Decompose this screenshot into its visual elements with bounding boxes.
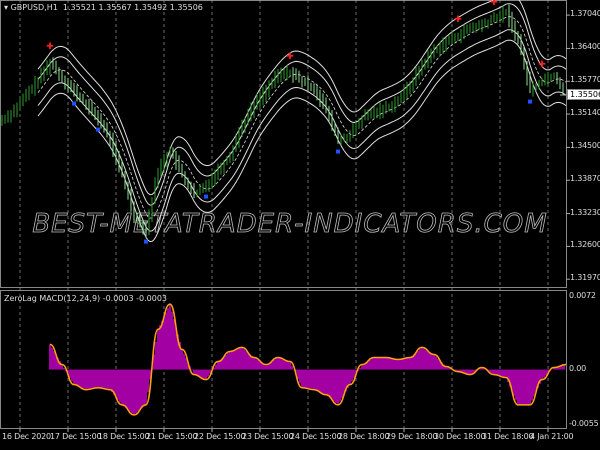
up-arrow-icon: ✚ (46, 42, 54, 52)
x-tick-label: 17 Dec 15:00 (50, 432, 102, 441)
price-tick-label: 1.32600 (570, 240, 600, 250)
x-tick-label: 30 Dec 18:00 (434, 432, 486, 441)
x-tick-label: 21 Dec 15:00 (146, 432, 198, 441)
price-header: ▾ GBPUSD,H1 1.35521 1.35567 1.35492 1.35… (4, 3, 203, 12)
up-arrow-icon: ✚ (454, 15, 462, 25)
price-tick-label: 1.34500 (570, 141, 600, 151)
down-arrow-icon (96, 127, 100, 132)
x-tick-label: 23 Dec 15:00 (242, 432, 294, 441)
down-arrow-icon (204, 194, 208, 199)
price-tick-label: 1.35770 (570, 75, 600, 85)
x-tick-label: 24 Dec 15:00 (290, 432, 342, 441)
band-center (37, 16, 567, 219)
x-tick-label: 16 Dec 2020 (2, 432, 51, 441)
up-arrow-icon: ✚ (538, 60, 546, 70)
x-tick-label: 4 Jan 21:00 (530, 432, 574, 441)
ohlc-label: 1.35521 1.35567 1.35492 1.35506 (62, 3, 203, 12)
x-tick-label: 28 Dec 18:00 (338, 432, 390, 441)
x-tick-label: 31 Dec 18:00 (482, 432, 534, 441)
main-panel-border (0, 0, 567, 288)
x-tick-label: 18 Dec 15:00 (98, 432, 150, 441)
current-price-tag: 1.35506 (567, 89, 600, 100)
price-tick-label: 1.31970 (570, 273, 600, 283)
band-upper-outer (37, 0, 567, 196)
chart-canvas: BEST-METATRADER-INDICATORS.COM ✚ ✚ ✚ ✚ ✚ (0, 0, 570, 432)
x-tick-label: 22 Dec 15:00 (194, 432, 246, 441)
down-arrow-icon (528, 99, 532, 104)
symbol-label: GBPUSD,H1 (10, 3, 58, 12)
up-arrow-icon: ✚ (286, 52, 294, 62)
price-tick-label: 1.33870 (570, 174, 600, 184)
price-tick-label: 1.36400 (570, 42, 600, 52)
macd-tick-label: -0.0055 (569, 418, 599, 428)
up-arrow-icon: ✚ (490, 0, 498, 8)
x-tick-label: 29 Dec 18:00 (386, 432, 438, 441)
macd-title: ZeroLag MACD(12,24,9) -0.0003 -0.0003 (4, 294, 167, 303)
band-upper-inner (37, 3, 567, 206)
watermark: BEST-METATRADER-INDICATORS.COM (32, 209, 547, 239)
price-tick-label: 1.33230 (570, 207, 600, 217)
down-arrow-icon (72, 101, 76, 106)
macd-tick-label: 0.0072 (569, 291, 596, 301)
price-tick-label: 1.37040 (570, 9, 600, 19)
down-arrow-icon (336, 149, 340, 154)
band-lower-inner (37, 29, 567, 232)
down-arrow-icon (144, 239, 148, 244)
macd-tick-label: 0.00 (569, 363, 587, 373)
price-tick-label: 1.35140 (570, 108, 600, 118)
